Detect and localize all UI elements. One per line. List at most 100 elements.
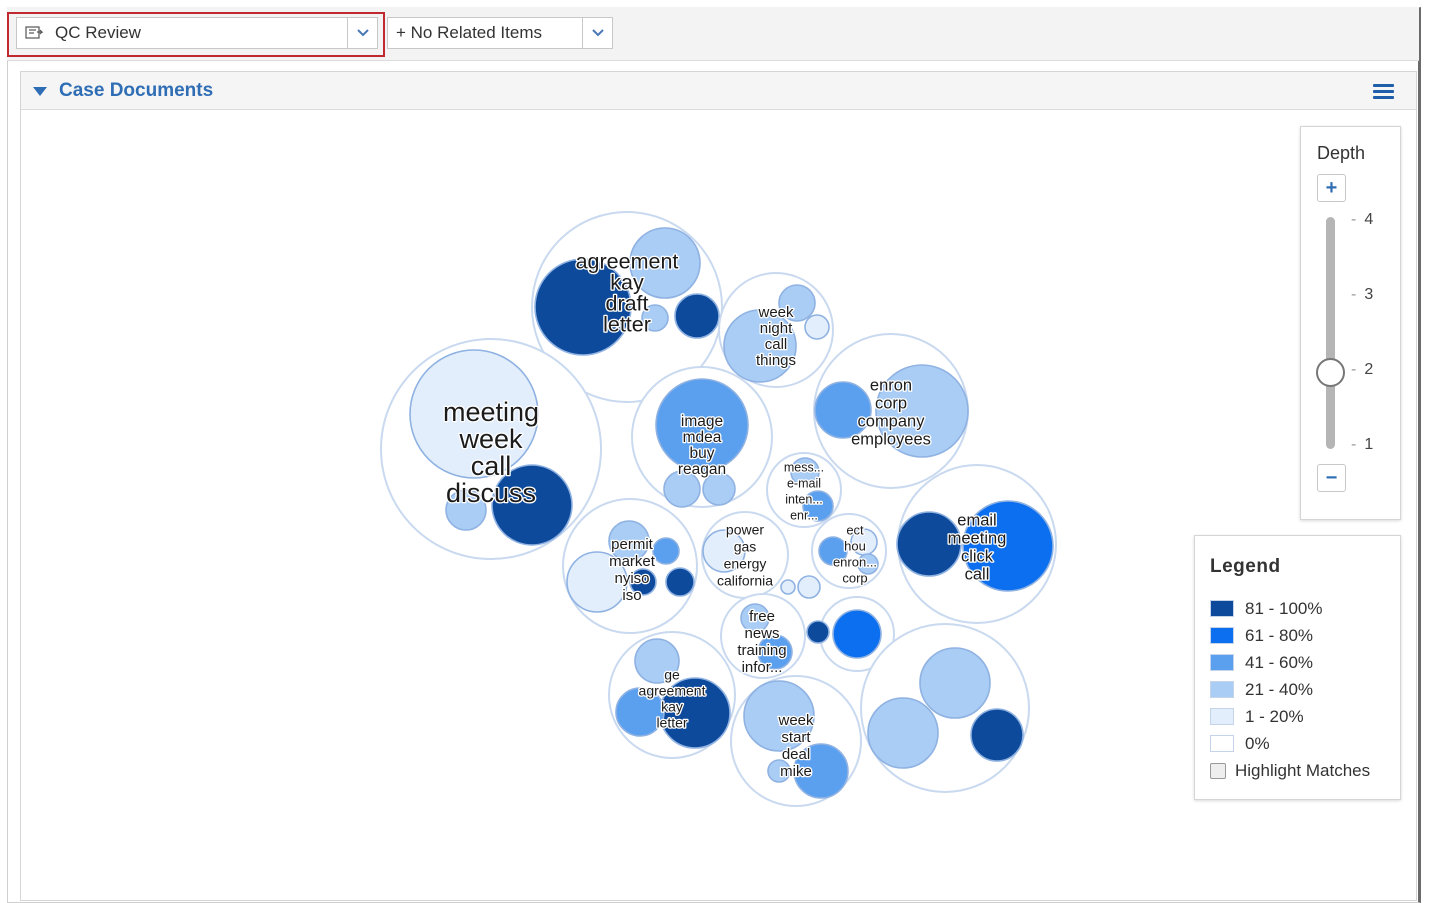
legend-swatch	[1210, 627, 1234, 644]
cluster-term: corp	[875, 394, 907, 412]
legend-label: 41 - 60%	[1245, 652, 1314, 672]
cluster-term: enr...	[790, 508, 818, 522]
cluster-term: meeting	[443, 397, 539, 427]
depth-slider-track[interactable]	[1326, 217, 1335, 449]
cluster-term: mess...	[784, 460, 824, 474]
cluster-term: iso	[622, 587, 641, 604]
cluster-subcircle[interactable]	[797, 575, 821, 599]
cluster-subcircle[interactable]	[780, 579, 796, 595]
legend-swatch	[1210, 654, 1234, 671]
cluster-subcircle[interactable]	[970, 708, 1024, 762]
cluster-subcircle[interactable]	[652, 537, 680, 565]
cluster-term: permit	[611, 536, 654, 553]
cluster-term: kay	[661, 699, 683, 715]
cluster-term: power	[726, 522, 764, 538]
legend-item: 81 - 100%	[1210, 595, 1323, 622]
cluster-term: agreement	[639, 683, 706, 699]
cluster-message[interactable]: mess... e-mail inten... enr...	[766, 452, 842, 528]
cluster-subcircle[interactable]	[832, 609, 882, 659]
cluster-term: click	[961, 547, 994, 565]
legend-label: 81 - 100%	[1245, 598, 1323, 618]
legend-title: Legend	[1210, 556, 1281, 577]
cluster-term: training	[737, 642, 786, 659]
highlight-matches-label: Highlight Matches	[1235, 761, 1371, 780]
legend-item: 61 - 80%	[1210, 622, 1323, 649]
cluster-term: deal	[782, 746, 810, 763]
cluster-ect[interactable]: ecthouenron...corp	[811, 513, 887, 589]
legend-swatch	[1210, 600, 1234, 617]
legend-label: 21 - 40%	[1245, 679, 1314, 699]
legend-panel: Legend 81 - 100% 61 - 80% 41 - 60% 21 - 40%…	[1194, 535, 1401, 800]
depth-increase-button[interactable]: +	[1317, 174, 1346, 202]
cluster-term: free	[749, 608, 775, 625]
cluster-term: mike	[780, 763, 812, 780]
cluster-subcircle[interactable]	[806, 620, 830, 644]
cluster-image[interactable]: imagemdeabuyreagan	[631, 366, 773, 508]
depth-tick: -2	[1351, 361, 1374, 378]
depth-control: Depth + -4 -3 -2 -1 −	[1300, 126, 1401, 520]
cluster-term: image	[681, 413, 723, 430]
cluster-term: employees	[851, 430, 931, 448]
cluster-subcircle[interactable]	[804, 314, 830, 340]
cluster-meeting[interactable]: meetingweekcalldiscuss	[380, 338, 602, 560]
cluster-term: start	[781, 729, 811, 746]
cluster-term: call	[765, 336, 788, 353]
cluster-term: letter	[603, 313, 651, 337]
legend-item: 41 - 60%	[1210, 649, 1323, 676]
cluster-enron-corp[interactable]: enroncorpcompanyemployees	[813, 333, 969, 489]
cluster-free[interactable]: freenewstraininginfor...	[720, 593, 806, 679]
cluster[interactable]	[860, 623, 1030, 793]
legend-label: 1 - 20%	[1245, 706, 1304, 726]
cluster-permit[interactable]: permitmarketnyisoiso	[562, 498, 698, 634]
cluster-term: buy	[690, 445, 715, 462]
cluster-term: week	[458, 424, 523, 454]
cluster-term: meeting	[948, 529, 1007, 547]
cluster-term: email	[957, 511, 996, 529]
cluster-week-start[interactable]: weekstartdealmike	[730, 675, 862, 807]
depth-tick: -4	[1351, 211, 1374, 228]
cluster-term: company	[858, 412, 926, 430]
cluster-term: california	[717, 573, 773, 589]
cluster-term: enron...	[833, 554, 877, 569]
checkbox-icon[interactable]	[1210, 763, 1226, 779]
cluster-term: week	[777, 712, 814, 729]
cluster-term: nyiso	[614, 570, 649, 587]
cluster-subcircle[interactable]	[665, 567, 695, 597]
cluster-term: letter	[656, 715, 687, 731]
depth-tick: -1	[1351, 436, 1374, 453]
cluster-term: mdea	[683, 429, 722, 446]
cluster-subcircle[interactable]	[867, 697, 939, 769]
legend-label: 61 - 80%	[1245, 625, 1314, 645]
legend-item: 0%	[1210, 730, 1323, 757]
cluster-term: reagan	[678, 461, 726, 478]
cluster-term: week	[757, 304, 794, 321]
cluster-subcircle[interactable]	[674, 293, 720, 339]
legend-swatch	[1210, 708, 1234, 725]
cluster-term: ect	[846, 522, 864, 537]
legend-label: 0%	[1245, 733, 1270, 753]
cluster-email[interactable]: emailmeetingclickcall	[896, 464, 1057, 624]
legend-list: 81 - 100% 61 - 80% 41 - 60% 21 - 40% 1 - 20%…	[1210, 595, 1323, 757]
depth-tick: -3	[1351, 286, 1374, 303]
cluster-term: night	[760, 320, 793, 337]
cluster-ge[interactable]: geagreementkayletter	[608, 631, 736, 759]
cluster-term: infor...	[742, 659, 783, 676]
depth-title: Depth	[1317, 143, 1366, 163]
cluster-term: gas	[734, 539, 757, 555]
highlight-matches-checkbox[interactable]: Highlight Matches	[1210, 761, 1370, 781]
cluster-term: news	[744, 625, 779, 642]
cluster-term: corp	[842, 570, 867, 585]
cluster-term: call	[471, 451, 512, 481]
cluster-subcircle[interactable]	[919, 647, 991, 719]
legend-item: 21 - 40%	[1210, 676, 1323, 703]
cluster-term: market	[609, 553, 656, 570]
cluster-term: inten...	[785, 492, 823, 506]
cluster-term: ge	[664, 667, 680, 683]
legend-swatch	[1210, 735, 1234, 752]
cluster-term: enron	[870, 376, 912, 394]
legend-item: 1 - 20%	[1210, 703, 1323, 730]
depth-slider-handle[interactable]	[1316, 358, 1345, 387]
legend-swatch	[1210, 681, 1234, 698]
depth-decrease-button[interactable]: −	[1317, 464, 1346, 492]
cluster-week-night[interactable]: weeknightcallthings	[718, 272, 834, 388]
